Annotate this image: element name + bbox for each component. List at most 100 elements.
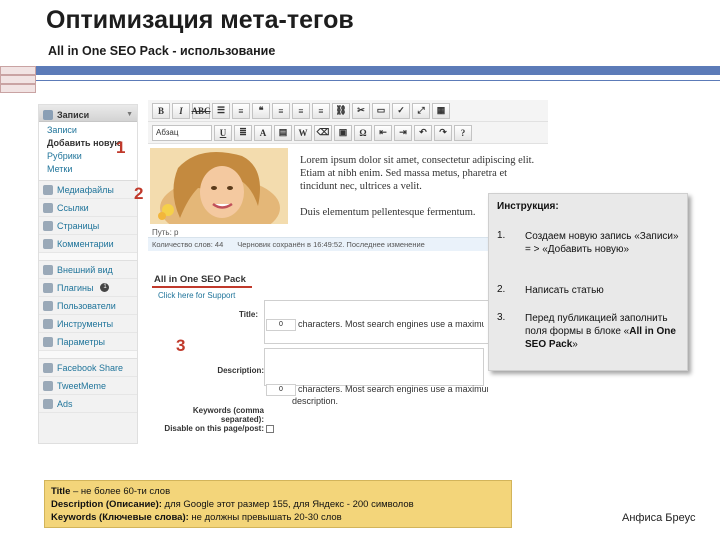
sidebar-item-media[interactable]: Медиафайлы [39,181,137,199]
sidebar-separator [39,253,137,261]
sidebar-item-all-posts[interactable]: Записи [47,124,137,137]
divider-line [36,80,720,81]
text-color-button[interactable]: A [254,124,272,141]
underline-button[interactable]: U [214,124,232,141]
editor-toolbar-row-2: Абзац U ≣ A ▤ W ⌫ ▣ Ω ⇤ ⇥ ↶ ↷ ? [148,122,548,144]
support-link[interactable]: Click here for Support [158,291,235,300]
sidebar-item-comments[interactable]: Комментарии [39,235,137,253]
italic-button[interactable]: I [172,102,190,119]
sidebar-item-label: Медиафайлы [57,184,114,195]
woman-photo-icon [150,148,288,224]
sidebar-item-appearance[interactable]: Внешний вид [39,261,137,279]
note-text: – не более 60-ти слов [70,486,171,497]
instruction-num: 3. [497,312,506,323]
description-char-counter: 0 [266,384,296,396]
editor-path: Путь: p [152,228,179,237]
bullet-list-button[interactable]: ☰ [212,102,230,119]
title-hint: characters. Most search engines use a ma… [298,319,484,329]
help-button[interactable]: ? [454,124,472,141]
marker-3: 3 [176,336,186,355]
sidebar-separator [39,351,137,359]
instruction-heading: Инструкция: [497,201,559,212]
numbered-list-button[interactable]: ≡ [232,102,250,119]
sidebar-item-label: Ссылки [57,202,89,213]
sidebar-item-label: Плагины [57,282,94,293]
aioseo-heading[interactable]: All in One SEO Pack [154,274,246,285]
pages-icon [43,220,53,231]
sidebar-item-facebook-share[interactable]: Facebook Share [39,359,137,377]
clear-format-button[interactable]: ⌫ [314,124,332,141]
align-right-button[interactable]: ≡ [312,102,330,119]
fullscreen-button[interactable]: ⤢ [412,102,430,119]
settings-icon [43,336,53,347]
author-name: Анфиса Бреус [622,512,696,524]
blockquote-button[interactable]: ❝ [252,102,270,119]
sidebar-item-settings[interactable]: Параметры [39,333,137,351]
spellcheck-button[interactable]: ✓ [392,102,410,119]
word-count: Количество слов: 44 [152,240,224,249]
format-select[interactable]: Абзац [152,124,212,141]
facebook-icon [43,362,53,373]
description-field[interactable] [264,348,484,386]
instruction-num: 1. [497,230,506,241]
sidebar-item-label: Ads [57,398,73,409]
body-line: tincidunt nec, ultrices a velit. [300,181,422,192]
justify-button[interactable]: ≣ [234,124,252,141]
note-line: Keywords (Ключевые слова): не должны пре… [51,511,505,524]
comments-icon [43,238,53,249]
instruction-item: 2. Написать статью [497,284,682,297]
sidebar-item-label: Параметры [57,336,105,347]
decorative-left-marks [0,66,36,93]
description-hint-2: description. [292,396,339,406]
sidebar-item-links[interactable]: Ссылки [39,199,137,217]
instruction-item: 1. Создаем новую запись «Записи» = > «До… [497,230,682,256]
redo-button[interactable]: ↷ [434,124,452,141]
sidebar-item-label: Комментарии [57,238,114,249]
seo-limits-note: Title – не более 60-ти слов Description … [44,480,512,528]
sidebar-item-tags[interactable]: Метки [47,163,137,176]
description-hint-1: characters. Most search engines use a ma… [298,384,488,394]
chevron-down-icon[interactable]: ▼ [126,111,133,118]
special-char-button[interactable]: Ω [354,124,372,141]
strikethrough-button[interactable]: ABC [192,102,211,119]
undo-button[interactable]: ↶ [414,124,432,141]
slide-title: Оптимизация мета-тегов [46,6,354,34]
post-image [150,148,288,224]
tools-icon [43,318,53,329]
aioseo-metabox: All in One SEO Pack Click here for Suppo… [148,272,534,442]
align-left-button[interactable]: ≡ [272,102,290,119]
sidebar-header-label: Записи [57,109,90,120]
indent-button[interactable]: ⇥ [394,124,412,141]
align-center-button[interactable]: ≡ [292,102,310,119]
media-icon [43,184,53,195]
keywords-label: Keywords (comma separated): [188,406,264,424]
title-label: Title: [239,310,258,319]
link-button[interactable]: ⛓ [332,102,350,119]
disable-label: Disable on this page/post: [164,424,264,433]
paste-text-button[interactable]: ▤ [274,124,292,141]
sidebar-item-pages[interactable]: Страницы [39,217,137,235]
sidebar-item-label: Facebook Share [57,362,124,373]
disable-checkbox[interactable] [266,425,274,433]
instruction-text: Перед публикацией заполнить поля формы в… [525,312,682,351]
plugin-update-badge: 1 [100,283,110,292]
kitchen-sink-button[interactable]: ▦ [432,102,450,119]
sidebar-item-users[interactable]: Пользователи [39,297,137,315]
sidebar-item-tools[interactable]: Инструменты [39,315,137,333]
unlink-button[interactable]: ✂ [352,102,370,119]
more-tag-button[interactable]: ▭ [372,102,390,119]
sidebar-item-plugins[interactable]: Плагины 1 [39,279,137,297]
note-text: не должны превышать 20-30 слов [188,512,342,523]
note-term: Keywords (Ключевые слова): [51,512,189,523]
users-icon [43,300,53,311]
instruction-panel: Инструкция: 1. Создаем новую запись «Зап… [488,193,688,371]
slide-subtitle: All in One SEO Pack - использование [48,44,276,58]
media-embed-button[interactable]: ▣ [334,124,352,141]
sidebar-item-tweetmeme[interactable]: TweetMeme [39,377,137,395]
sidebar-item-ads[interactable]: Ads [39,395,137,413]
paste-word-button[interactable]: W [294,124,312,141]
sidebar-posts-header[interactable]: Записи ▼ [39,105,137,122]
bold-button[interactable]: B [152,102,170,119]
outdent-button[interactable]: ⇤ [374,124,392,141]
plugins-icon [43,282,53,293]
